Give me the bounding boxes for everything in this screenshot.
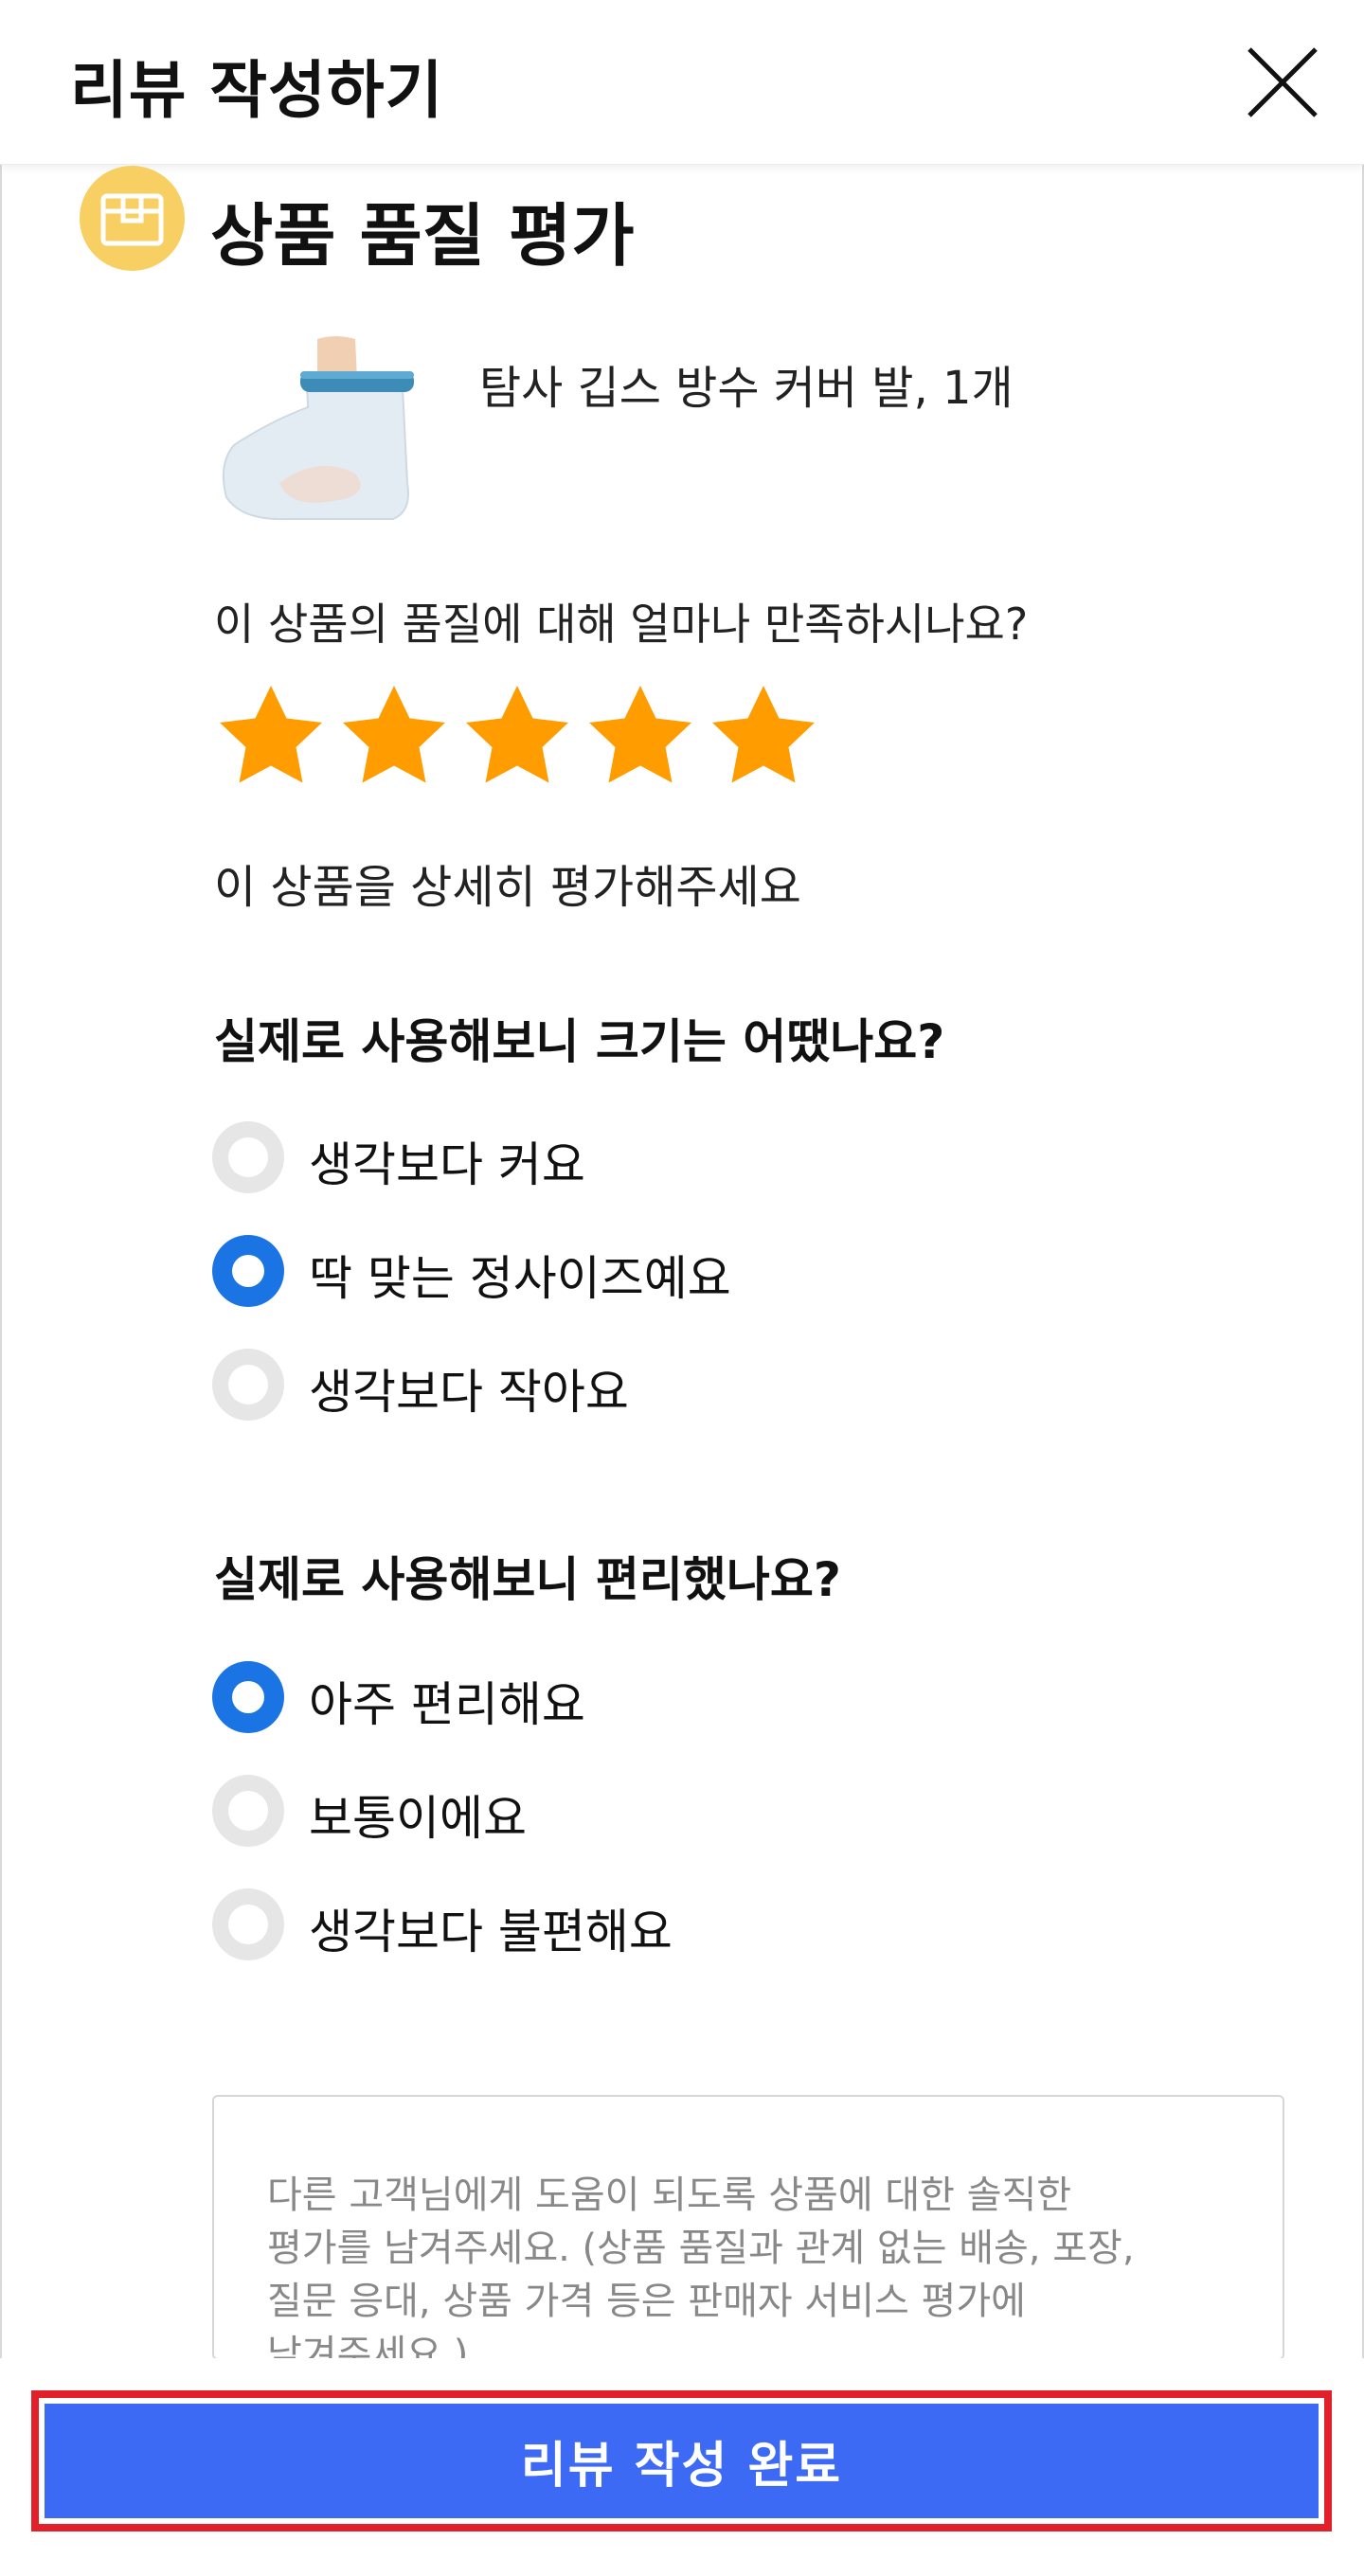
review-placeholder: 다른 고객님에게 도움이 되도록 상품에 대한 솔직한 평가를 남겨주세요. (… xyxy=(267,2174,1135,2360)
option-label: 딱 맞는 정사이즈예요 xyxy=(309,1251,731,1306)
section-title: 상품 품질 평가 xyxy=(210,196,635,276)
page-title: 리뷰 작성하기 xyxy=(70,54,444,127)
product-image xyxy=(213,331,431,530)
option-label: 아주 편리해요 xyxy=(309,1677,585,1732)
rating-question: 이 상품의 품질에 대해 얼마나 만족하시나요? xyxy=(214,599,1029,650)
star-icon[interactable] xyxy=(214,680,328,794)
option-label: 생각보다 작아요 xyxy=(309,1365,629,1420)
radio-button[interactable] xyxy=(212,1349,284,1421)
close-icon xyxy=(1247,47,1318,117)
box-icon xyxy=(80,166,185,271)
radio-button[interactable] xyxy=(212,1775,284,1847)
star-icon[interactable] xyxy=(583,680,697,794)
product-name: 탐사 깁스 방수 커버 발, 1개 xyxy=(479,362,1014,415)
detail-evaluation-label: 이 상품을 상세히 평가해주세요 xyxy=(214,861,801,914)
radio-button[interactable] xyxy=(212,1121,284,1193)
submit-review-button[interactable]: 리뷰 작성 완료 xyxy=(45,2404,1319,2518)
radio-button[interactable] xyxy=(212,1661,284,1733)
option-label: 생각보다 커요 xyxy=(309,1137,585,1192)
star-icon[interactable] xyxy=(707,680,820,794)
star-icon[interactable] xyxy=(460,680,574,794)
option-label: 보통이에요 xyxy=(309,1791,527,1846)
radio-button[interactable] xyxy=(212,1888,284,1960)
close-button[interactable] xyxy=(1244,44,1321,121)
header: 리뷰 작성하기 xyxy=(0,0,1364,165)
size-question-title: 실제로 사용해보니 크기는 어땠나요? xyxy=(214,1014,945,1069)
convenience-question-title: 실제로 사용해보니 편리했나요? xyxy=(214,1552,841,1607)
radio-button[interactable] xyxy=(212,1235,284,1307)
option-label: 생각보다 불편해요 xyxy=(309,1905,673,1959)
review-text-input[interactable]: 다른 고객님에게 도움이 되도록 상품에 대한 솔직한 평가를 남겨주세요. (… xyxy=(212,2095,1284,2360)
star-icon[interactable] xyxy=(337,680,451,794)
